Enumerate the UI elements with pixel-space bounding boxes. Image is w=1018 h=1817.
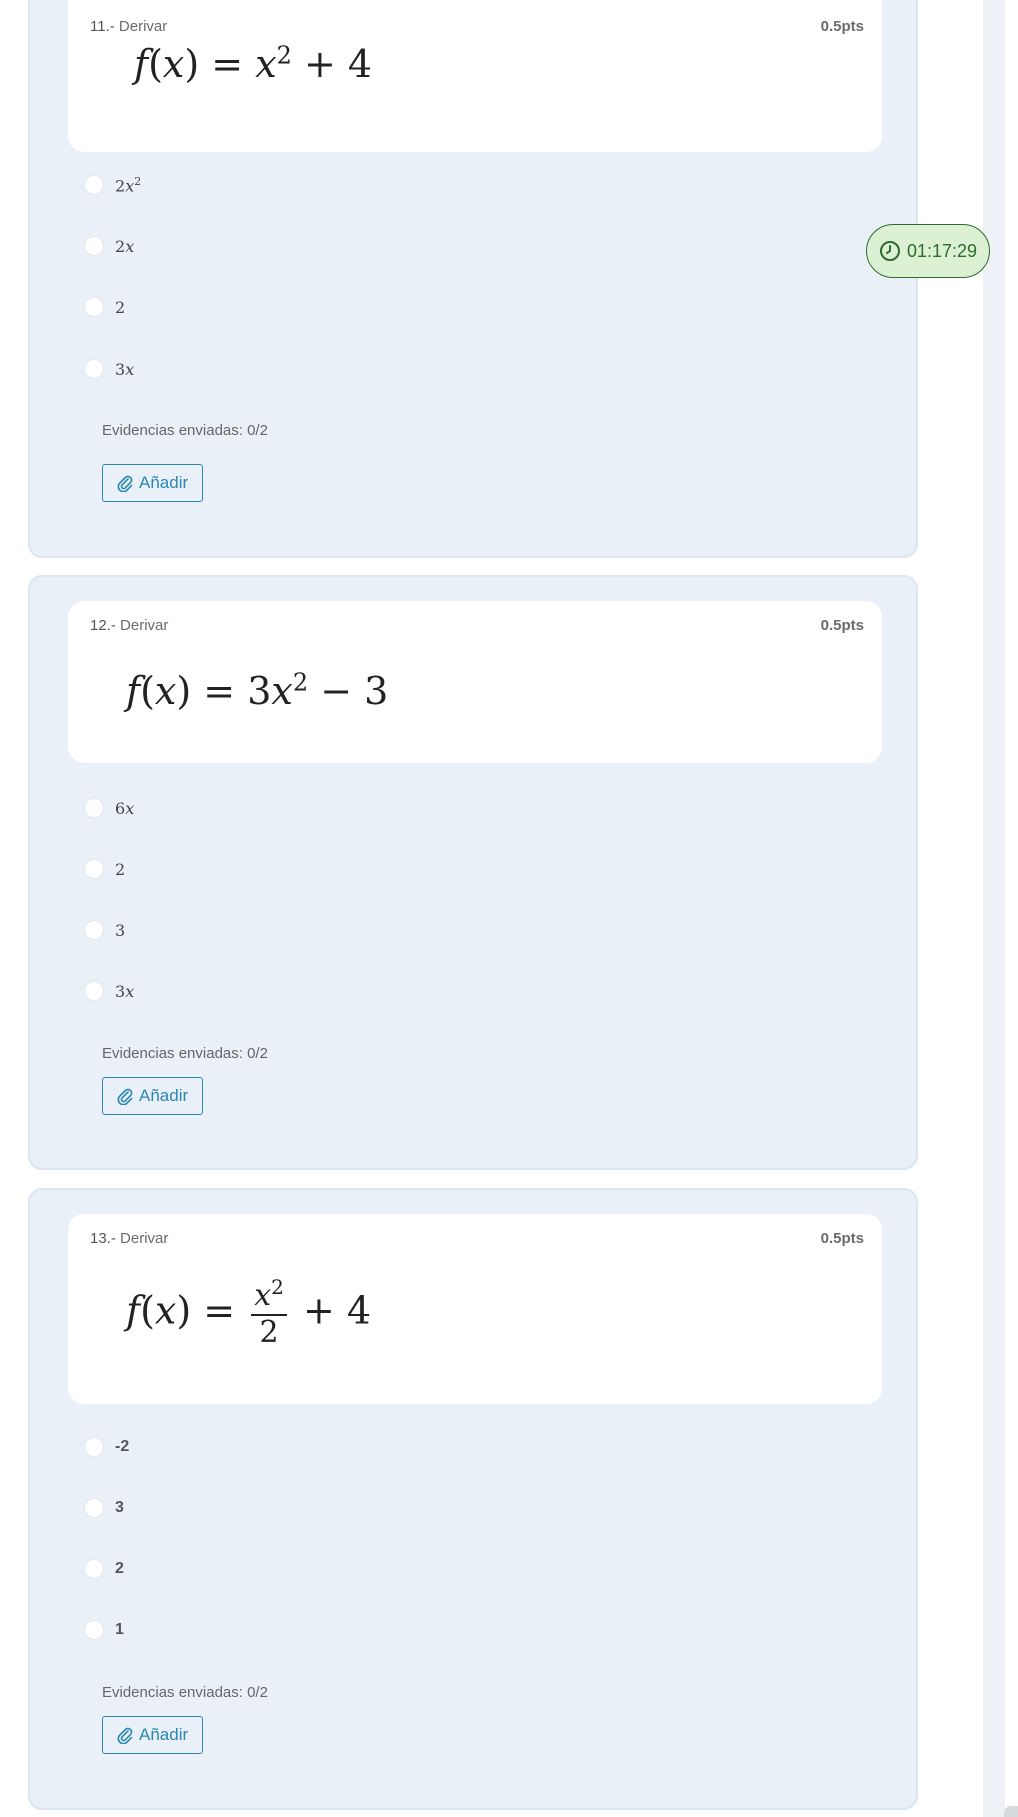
question-points: 0.5pts	[820, 1230, 864, 1247]
question-points: 0.5pts	[820, 18, 864, 35]
add-evidence-button[interactable]: Añadir	[102, 1077, 204, 1115]
question-points: 0.5pts	[820, 617, 864, 634]
clock-icon	[879, 241, 900, 261]
paperclip-icon	[117, 475, 133, 492]
radio-button[interactable]	[84, 859, 104, 879]
add-evidence-button[interactable]: Añadir	[102, 1716, 204, 1754]
radio-button[interactable]	[84, 297, 104, 317]
radio-button[interactable]	[84, 236, 104, 256]
question-title: 11.- Derivar	[90, 18, 168, 35]
answer-option[interactable]: 2	[84, 294, 125, 320]
answer-option[interactable]: 3	[84, 917, 125, 943]
answer-option[interactable]: 2	[84, 856, 125, 882]
answer-option[interactable]: -2	[84, 1434, 129, 1460]
radio-button[interactable]	[84, 981, 104, 1001]
question-statement: 12.- Derivar 0.5pts f(x) = 3x2 − 3	[68, 601, 882, 763]
scrollbar-thumb[interactable]	[1004, 1806, 1018, 1817]
add-evidence-button[interactable]: Añadir	[102, 464, 204, 502]
radio-button[interactable]	[84, 1498, 104, 1518]
evidence-count: Evidencias enviadas: 0/2	[102, 422, 268, 439]
answer-option[interactable]: 2x2	[84, 172, 141, 198]
radio-button[interactable]	[84, 798, 104, 818]
answer-option[interactable]: 3	[84, 1495, 124, 1521]
radio-button[interactable]	[84, 175, 104, 195]
radio-button[interactable]	[84, 359, 104, 379]
fraction: x2 2	[251, 1277, 287, 1350]
paperclip-icon	[117, 1088, 133, 1105]
exam-timer: 01:17:29	[866, 224, 990, 278]
answer-option[interactable]: 2	[84, 1556, 124, 1582]
radio-button[interactable]	[84, 920, 104, 940]
answer-option[interactable]: 2x	[84, 233, 134, 259]
answer-option[interactable]: 3x	[84, 978, 134, 1004]
answer-option[interactable]: 3x	[84, 356, 134, 382]
scrollbar-track[interactable]	[983, 0, 1005, 1817]
timer-value: 01:17:29	[906, 240, 978, 261]
paperclip-icon	[117, 1727, 133, 1744]
question-formula: f(x) = x2 + 4	[134, 41, 373, 86]
answer-option[interactable]: 1	[84, 1617, 124, 1643]
question-formula: f(x) = 3x2 − 3	[126, 668, 389, 713]
question-card-12: 12.- Derivar 0.5pts f(x) = 3x2 − 3 6x 2 …	[28, 575, 918, 1170]
radio-button[interactable]	[84, 1559, 104, 1579]
evidence-count: Evidencias enviadas: 0/2	[102, 1684, 268, 1701]
radio-button[interactable]	[84, 1437, 104, 1457]
question-card-11: 11.- Derivar 0.5pts f(x) = x2 + 4 2x2 2x…	[28, 0, 918, 558]
question-card-13: 13.- Derivar 0.5pts f(x) = x2 2 + 4 -2 3…	[28, 1188, 918, 1810]
question-title: 12.- Derivar	[90, 617, 169, 634]
question-title: 13.- Derivar	[90, 1230, 169, 1247]
question-statement: 11.- Derivar 0.5pts f(x) = x2 + 4	[68, 0, 882, 152]
question-formula: f(x) = x2 2 + 4	[126, 1275, 372, 1350]
radio-button[interactable]	[84, 1620, 104, 1640]
answer-option[interactable]: 6x	[84, 795, 134, 821]
evidence-count: Evidencias enviadas: 0/2	[102, 1045, 268, 1062]
question-statement: 13.- Derivar 0.5pts f(x) = x2 2 + 4	[68, 1214, 882, 1404]
